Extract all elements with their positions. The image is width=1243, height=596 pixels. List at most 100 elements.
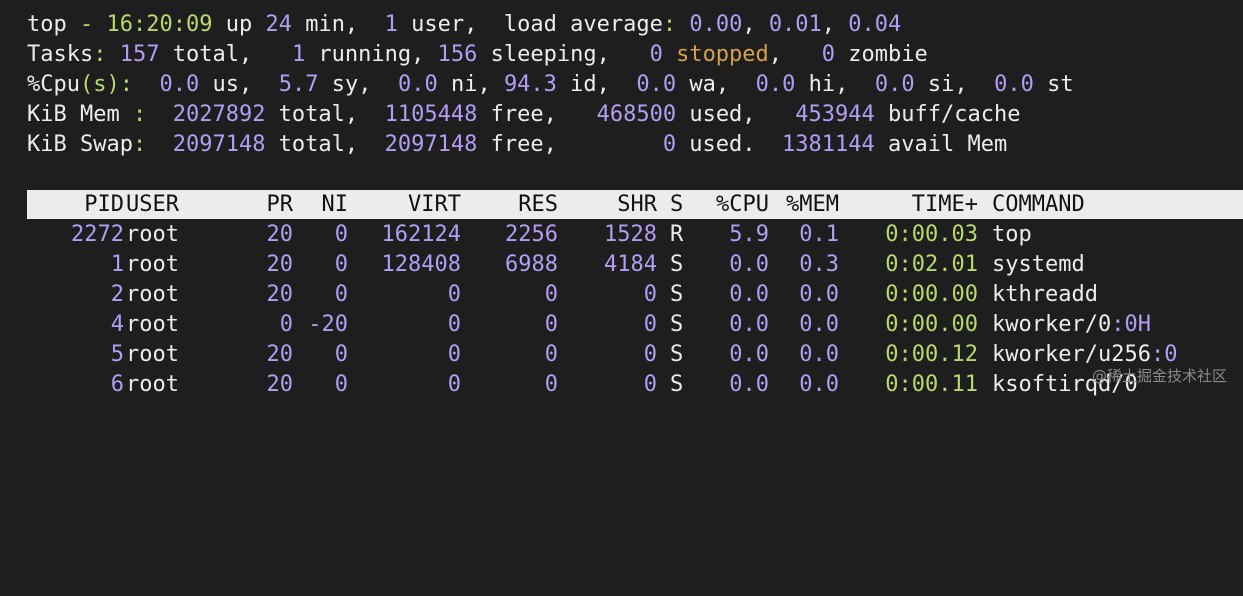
user-cell: root [126, 222, 179, 247]
time-cell: 0:00.00 [885, 312, 978, 337]
swap-line: KiB Swap: 2097148 total, 2097148 free, 0… [27, 132, 1008, 157]
virt-cell: 162124 [381, 222, 461, 247]
col-res[interactable]: RES [467, 190, 558, 219]
state-cell: S [670, 342, 684, 367]
table-row[interactable]: 5 root 20 0 0 0 0 S 0.0 0.0 0:00.12 kworker/u256:0 [27, 340, 1243, 370]
uptime-line: top - 16:20:09 up 24 min, 1 user, load a… [27, 12, 902, 37]
col-ni[interactable]: NI [297, 190, 349, 219]
mem-cell: 0.3 [799, 252, 839, 277]
command-name: kworker/u256 [992, 342, 1151, 367]
user-cell: root [126, 282, 179, 307]
res-cell: 0 [544, 282, 558, 307]
header-row: PID USER PR NI VIRT RES SHR S %CPU %MEM … [27, 190, 1243, 219]
state-cell: S [670, 252, 684, 277]
time-cell: 0:00.12 [885, 342, 978, 367]
virt-cell: 0 [447, 342, 461, 367]
mem-cell: 0.0 [799, 282, 839, 307]
col-s[interactable]: S [670, 190, 683, 219]
pid-cell: 4 [110, 312, 124, 337]
ni-cell: 0 [334, 282, 348, 307]
mem-cell: 0.0 [799, 372, 839, 397]
shr-cell: 0 [643, 282, 657, 307]
time-cell: 0:00.11 [885, 372, 978, 397]
shr-cell: 0 [643, 372, 657, 397]
pr-cell: 20 [266, 222, 294, 247]
ni-cell: 0 [334, 372, 348, 397]
table-row[interactable]: 2272 root 20 0 162124 2256 1528 R 5.9 0.1 0:00.03 t… [27, 220, 1243, 250]
command-cell: kworker/0:0H [992, 310, 1151, 340]
mem-cell: 0.0 [799, 342, 839, 367]
shr-cell: 4184 [604, 252, 657, 277]
pid-cell: 1 [110, 252, 124, 277]
cpu-cell: 0.0 [729, 372, 769, 397]
command-cell: systemd [992, 250, 1085, 280]
pr-cell: 20 [266, 252, 294, 277]
user-cell: root [126, 312, 179, 337]
terminal-window: top - 16:20:09 up 24 min, 1 user, load a… [0, 0, 1243, 402]
shr-cell: 0 [643, 312, 657, 337]
res-cell: 0 [544, 312, 558, 337]
ni-cell: -20 [308, 312, 348, 337]
shr-cell: 0 [643, 342, 657, 367]
time-cell: 0:02.01 [885, 252, 978, 277]
pid-cell: 6 [110, 372, 124, 397]
pid-cell: 5 [110, 342, 124, 367]
state-cell: S [670, 372, 684, 397]
process-table-header: PID USER PR NI VIRT RES SHR S %CPU %MEM … [27, 190, 1243, 219]
mem-cell: 0.1 [799, 222, 839, 247]
state-cell: S [670, 282, 684, 307]
watermark: @稀土掘金技术社区 [1091, 367, 1227, 385]
command-name: kworker/0 [992, 312, 1112, 337]
pr-cell: 20 [266, 282, 294, 307]
res-cell: 0 [544, 342, 558, 367]
col-virt[interactable]: VIRT [357, 190, 461, 219]
col-cpu[interactable]: %CPU [707, 190, 769, 219]
user-cell: root [126, 372, 179, 397]
pr-cell: 0 [279, 312, 293, 337]
command-name: top [992, 222, 1032, 247]
state-cell: S [670, 312, 684, 337]
cpu-cell: 0.0 [729, 252, 769, 277]
cpu-cell: 5.9 [729, 222, 769, 247]
col-pid[interactable]: PID [27, 190, 124, 219]
res-cell: 0 [544, 372, 558, 397]
res-cell: 2256 [505, 222, 558, 247]
cpu-cell: 0.0 [729, 282, 769, 307]
time-cell: 0:00.03 [885, 222, 978, 247]
col-pr[interactable]: PR [227, 190, 294, 219]
ni-cell: 0 [334, 252, 348, 277]
virt-cell: 0 [447, 312, 461, 337]
col-mem[interactable]: %MEM [775, 190, 839, 219]
pid-cell: 2 [110, 282, 124, 307]
cpu-cell: 0.0 [729, 342, 769, 367]
user-cell: root [126, 342, 179, 367]
command-name: systemd [992, 252, 1085, 277]
virt-cell: 0 [447, 372, 461, 397]
ni-cell: 0 [334, 342, 348, 367]
col-time[interactable]: TIME+ [867, 190, 978, 219]
command-suffix: :0 [1150, 342, 1178, 367]
table-row[interactable]: 4 root 0 -20 0 0 0 S 0.0 0.0 0:00.00 kworker/0:0H [27, 310, 1243, 340]
table-row[interactable]: 6 root 20 0 0 0 0 S 0.0 0.0 0:00.11 ksoftirqd/0 [27, 370, 1243, 400]
res-cell: 6988 [505, 252, 558, 277]
virt-cell: 0 [447, 282, 461, 307]
tasks-line: Tasks: 157 total, 1 running, 156 sleepin… [27, 42, 928, 67]
virt-cell: 128408 [381, 252, 461, 277]
table-row[interactable]: 2 root 20 0 0 0 0 S 0.0 0.0 0:00.00 kthreadd [27, 280, 1243, 310]
col-command[interactable]: COMMAND [992, 190, 1085, 219]
pr-cell: 20 [266, 342, 294, 367]
ni-cell: 0 [334, 222, 348, 247]
shr-cell: 1528 [604, 222, 657, 247]
command-cell: top [992, 220, 1032, 250]
cpu-cell: 0.0 [729, 312, 769, 337]
user-cell: root [126, 252, 179, 277]
col-user[interactable]: USER [126, 190, 179, 219]
command-cell: kthreadd [992, 280, 1098, 310]
col-shr[interactable]: SHR [567, 190, 657, 219]
time-cell: 0:00.00 [885, 282, 978, 307]
table-row[interactable]: 1 root 20 0 128408 6988 4184 S 0.0 0.3 0:02.01 syst… [27, 250, 1243, 280]
mem-line: KiB Mem : 2027892 total, 1105448 free, 4… [27, 102, 1021, 127]
command-name: kthreadd [992, 282, 1098, 307]
mem-cell: 0.0 [799, 312, 839, 337]
pr-cell: 20 [266, 372, 294, 397]
